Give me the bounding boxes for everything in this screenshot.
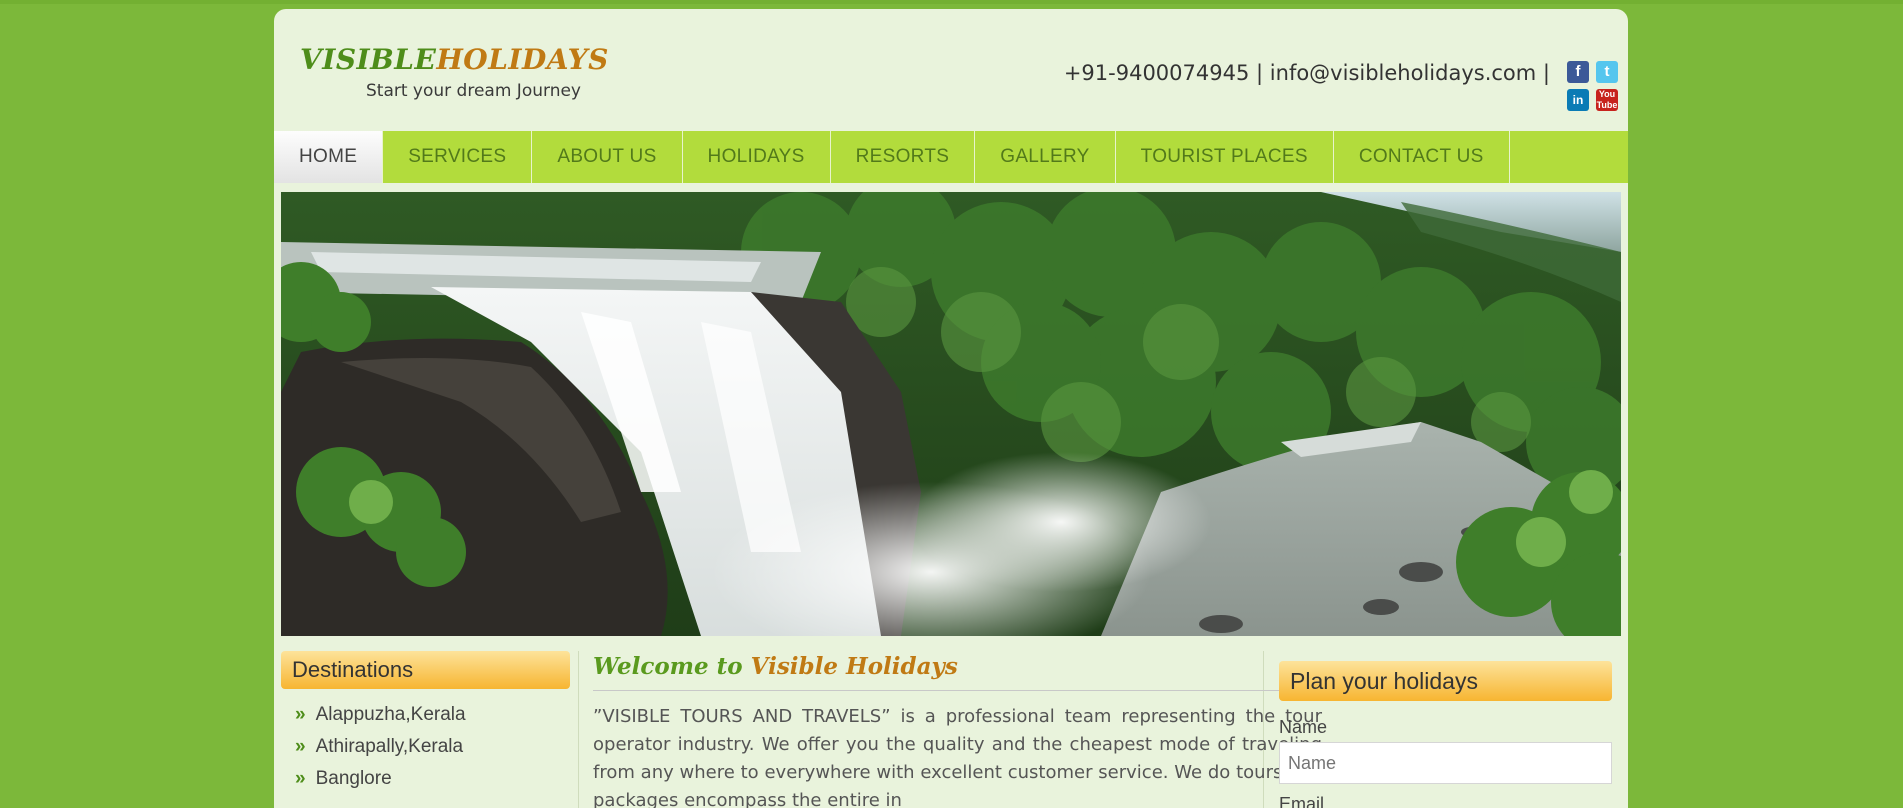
contact-info: +91-9400074945 | info@visibleholidays.co… (1064, 61, 1550, 85)
destination-label: Alappuzha,Kerala (315, 704, 466, 725)
logo-tagline: Start your dream Journey (366, 81, 581, 101)
email-link[interactable]: info@visibleholidays.com (1270, 61, 1536, 85)
nav-holidays[interactable]: HOLIDAYS (683, 131, 831, 183)
nav-home[interactable]: HOME (274, 131, 384, 183)
page-top-strip (0, 0, 1903, 4)
phone-number: +91-9400074945 (1063, 61, 1250, 85)
name-label: Name (1279, 717, 1328, 737)
welcome-section: Welcome to Visible Holidays ”VISIBLE TOU… (593, 653, 1322, 808)
twitter-icon[interactable]: t (1596, 61, 1618, 83)
youtube-icon[interactable]: You Tube (1596, 89, 1618, 111)
logo-word-holidays: HOLIDAYS (436, 43, 609, 76)
logo-text: VISIBLEHOLIDAYS (300, 43, 608, 76)
site-container: VISIBLEHOLIDAYS Start your dream Journey… (274, 9, 1628, 808)
welcome-heading: Welcome to Visible Holidays (593, 653, 1322, 691)
facebook-icon[interactable]: f (1567, 61, 1589, 83)
column-divider (578, 651, 579, 808)
destinations-title: Destinations (281, 651, 570, 689)
plan-holidays-title: Plan your holidays (1279, 661, 1612, 701)
welcome-heading-part2: Visible Holidays (750, 653, 958, 680)
destination-item[interactable]: » Alappuzha,Kerala (281, 699, 570, 731)
nav-resorts[interactable]: RESORTS (831, 131, 976, 183)
nav-contact-us[interactable]: CONTACT US (1334, 131, 1510, 183)
destinations-box: Destinations » Alappuzha,Kerala » Athirapa… (281, 651, 570, 795)
destination-label: Athirapally,Kerala (315, 736, 464, 757)
destination-label: Banglore (315, 768, 392, 789)
chevron-right-icon: » (295, 704, 306, 725)
destination-item[interactable]: » Banglore (281, 763, 570, 795)
email-label: Email (1279, 794, 1325, 808)
destination-item[interactable]: » Athirapally,Kerala (281, 731, 570, 763)
nav-about-us[interactable]: ABOUT US (532, 131, 683, 183)
nav-gallery[interactable]: GALLERY (975, 131, 1116, 183)
nav-services[interactable]: SERVICES (383, 131, 533, 183)
welcome-heading-part1: Welcome to (593, 653, 743, 680)
chevron-right-icon: » (295, 736, 306, 757)
nav-tourist-places[interactable]: TOURIST PLACES (1116, 131, 1334, 183)
linkedin-icon[interactable]: in (1567, 89, 1589, 111)
plan-holidays-form: Plan your holidays Name Email (1279, 661, 1612, 808)
separator: | (1542, 61, 1550, 85)
name-field[interactable] (1279, 742, 1612, 784)
logo-word-visible: VISIBLE (300, 43, 437, 76)
logo[interactable]: VISIBLEHOLIDAYS Start your dream Journey (300, 43, 608, 115)
separator: | (1256, 61, 1264, 85)
welcome-text: ”VISIBLE TOURS AND TRAVELS” is a profess… (593, 706, 1322, 808)
destinations-list: » Alappuzha,Kerala » Athirapally,Kerala » B… (281, 699, 570, 795)
header: VISIBLEHOLIDAYS Start your dream Journey… (274, 9, 1628, 131)
main-nav: HOME SERVICES ABOUT US HOLIDAYS RESORTS … (274, 131, 1628, 183)
chevron-right-icon: » (295, 768, 306, 789)
banner-image (281, 192, 1621, 636)
